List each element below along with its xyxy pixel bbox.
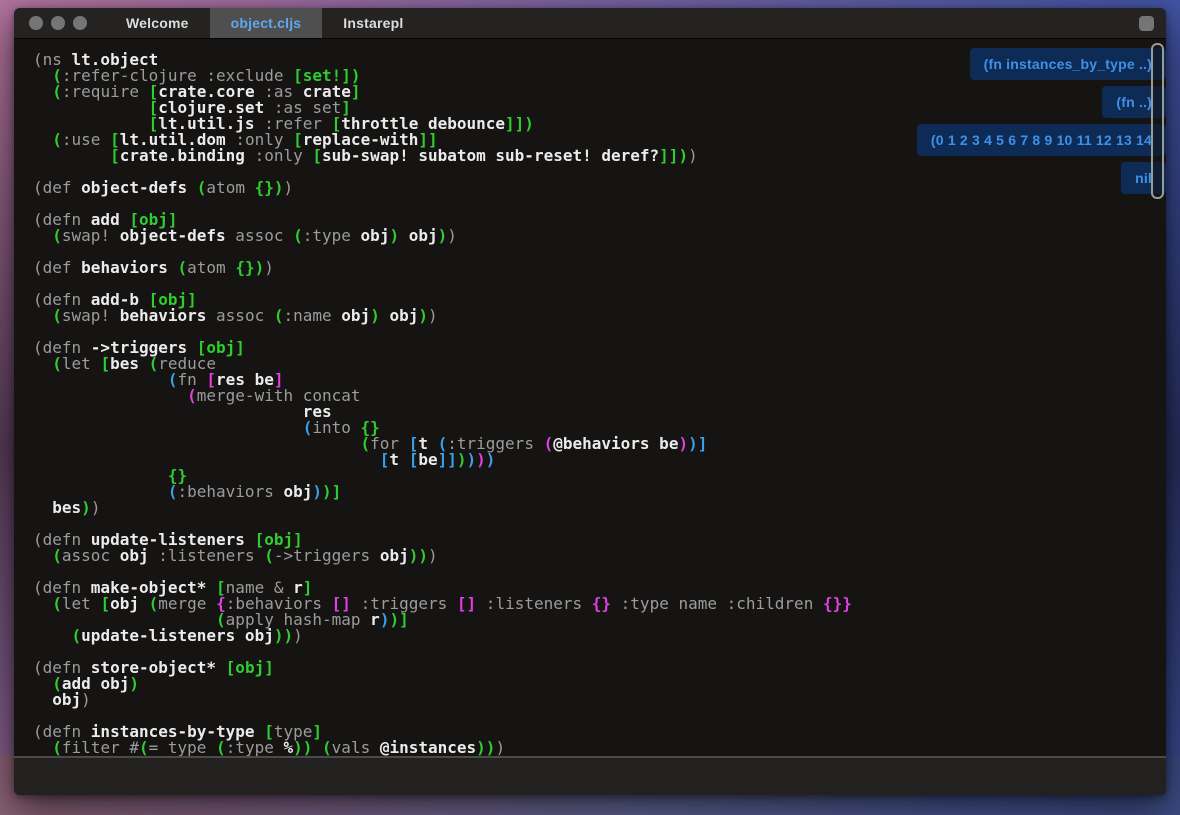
tab-strip: Welcome object.cljs Instarepl bbox=[105, 8, 424, 38]
code-line[interactable]: (filter #(= type (:type %)) (vals @insta… bbox=[33, 740, 1166, 756]
code-line[interactable]: (def behaviors (atom {})) bbox=[33, 260, 1166, 276]
code-line[interactable]: (defn store-object* [obj] bbox=[33, 660, 1166, 676]
close-button[interactable] bbox=[29, 16, 43, 30]
inline-result-badge[interactable]: (fn instances_by_type ..) bbox=[969, 48, 1166, 80]
code-line[interactable]: (assoc obj :listeners (->triggers obj))) bbox=[33, 548, 1166, 564]
app-window: Welcome object.cljs Instarepl (ns lt.objec… bbox=[14, 8, 1166, 795]
desktop-wallpaper: { "tabbar": { "window_controls": [ {"nam… bbox=[0, 0, 1180, 815]
status-bar bbox=[14, 756, 1166, 795]
code-line[interactable] bbox=[33, 276, 1166, 292]
tab-object-cljs[interactable]: object.cljs bbox=[209, 8, 323, 38]
code-line[interactable] bbox=[33, 196, 1166, 212]
code-line[interactable]: (swap! behaviors assoc (:name obj) obj)) bbox=[33, 308, 1166, 324]
code-line[interactable]: (add obj) bbox=[33, 676, 1166, 692]
tab-bar: Welcome object.cljs Instarepl bbox=[14, 8, 1166, 38]
code-line[interactable]: obj) bbox=[33, 692, 1166, 708]
code-line[interactable]: (update-listeners obj))) bbox=[33, 628, 1166, 644]
code-line[interactable]: [t [be]])))) bbox=[33, 452, 1166, 468]
code-line[interactable]: (:behaviors obj))] bbox=[33, 484, 1166, 500]
tab-welcome[interactable]: Welcome bbox=[105, 8, 210, 38]
window-controls bbox=[14, 8, 105, 38]
code-line[interactable]: (swap! object-defs assoc (:type obj) obj… bbox=[33, 228, 1166, 244]
minimize-button[interactable] bbox=[51, 16, 65, 30]
tab-instarepl[interactable]: Instarepl bbox=[322, 8, 424, 38]
code-line[interactable]: bes)) bbox=[33, 500, 1166, 516]
zoom-button[interactable] bbox=[73, 16, 87, 30]
inline-result-badge[interactable]: (0 1 2 3 4 5 6 7 8 9 10 11 12 13 14 bbox=[916, 124, 1166, 156]
console-toggle-button[interactable] bbox=[1139, 16, 1154, 31]
inline-results: (fn instances_by_type ..) (fn ..) (0 1 2 3… bbox=[916, 48, 1166, 194]
scrollbar-thumb[interactable] bbox=[1151, 43, 1164, 199]
code-editor[interactable]: (ns lt.object (:refer-clojure :exclude [… bbox=[14, 38, 1166, 766]
